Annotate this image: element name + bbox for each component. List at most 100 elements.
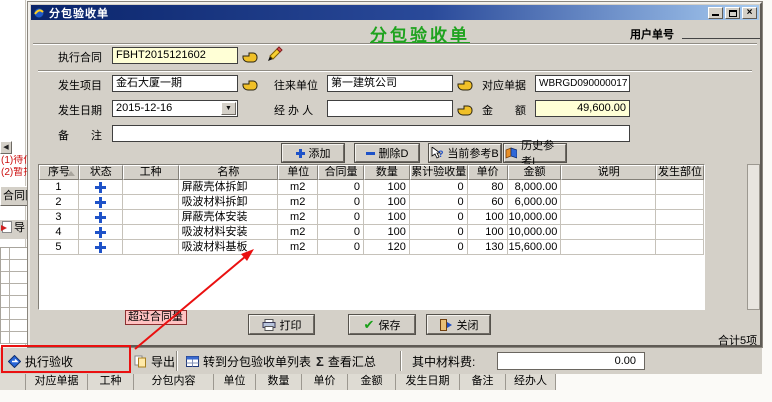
handler-input[interactable]	[327, 100, 453, 117]
col-remark[interactable]: 备注	[460, 374, 506, 390]
contract-lookup-button[interactable]	[242, 48, 260, 64]
col-contract-qty[interactable]: 合同量	[318, 165, 364, 180]
grid-header: 序号 状态 工种 名称 单位 合同量 数量 累计验收量 单价 金额 说明 发生部…	[39, 165, 704, 180]
col-name[interactable]: 名称	[179, 165, 279, 180]
minus-icon	[366, 152, 375, 155]
ref-doc-label: 对应单据	[482, 79, 526, 93]
col-amount[interactable]: 金额	[348, 374, 396, 390]
col-unit[interactable]: 单位	[278, 165, 318, 180]
separator	[33, 43, 757, 45]
maximize-button[interactable]	[725, 7, 740, 19]
list-grid-icon	[186, 355, 199, 368]
user-no-line	[682, 38, 760, 39]
col-unit[interactable]: 单位	[214, 374, 256, 390]
grid-scrollbar[interactable]	[747, 164, 760, 310]
delete-button[interactable]: 删除D	[355, 144, 419, 162]
check-icon: ✔	[364, 317, 375, 333]
project-lookup-button[interactable]	[242, 76, 260, 92]
minimize-icon	[712, 14, 719, 16]
col-craft[interactable]: 工种	[88, 374, 134, 390]
remark-label: 备 注	[58, 129, 102, 143]
hand-icon	[242, 48, 260, 63]
execute-acceptance-button[interactable]: 执行验收	[8, 352, 73, 371]
status-plus-icon	[95, 197, 106, 208]
col-note[interactable]: 说明	[561, 165, 656, 180]
page: ◀ (1)待付 (2)暂押 合同附 导 分包验收单 × 分包验收单 用户单号 执…	[0, 0, 772, 402]
hand-icon	[242, 76, 260, 91]
toolbar-separator	[400, 351, 402, 371]
col-status[interactable]: 状态	[79, 165, 123, 180]
project-input[interactable]: 金石大厦一期	[112, 75, 238, 92]
app-icon	[33, 7, 45, 19]
contract-label: 执行合同	[58, 51, 102, 65]
status-plus-icon	[95, 242, 106, 253]
handler-label: 经 办 人	[274, 104, 313, 118]
user-no-label: 用户单号	[630, 26, 674, 42]
date-label: 发生日期	[58, 104, 102, 118]
close-icon: ×	[743, 7, 756, 18]
background-mini-grid	[0, 247, 29, 344]
sort-asc-icon	[67, 171, 75, 176]
col-date[interactable]: 发生日期	[396, 374, 460, 390]
dialog-title: 分包验收单	[49, 5, 109, 21]
over-contract-warning: 超过合同量	[125, 310, 187, 325]
save-button[interactable]: ✔ 保存	[349, 315, 415, 334]
add-button[interactable]: 添加	[282, 144, 344, 162]
ref-doc-input[interactable]: WBRGD090000017	[535, 75, 630, 92]
contract-input[interactable]: FBHT2015121602	[112, 47, 238, 64]
table-row[interactable]: 1 屏蔽壳体拆卸 m2 0 100 0 80 8,000.00	[39, 180, 704, 195]
minimize-button[interactable]	[708, 7, 723, 19]
col-qty[interactable]: 数量	[256, 374, 302, 390]
current-reference-button[interactable]: ? 当前参考B	[429, 144, 501, 162]
status-plus-icon	[95, 182, 106, 193]
close-button[interactable]: ×	[742, 7, 757, 19]
export-button[interactable]: 导出	[134, 352, 175, 371]
door-exit-icon	[439, 319, 453, 331]
counterparty-input[interactable]: 第一建筑公司	[327, 75, 453, 92]
table-row[interactable]: 3 屏蔽壳体安装 m2 0 100 0 100 10,000.00	[39, 210, 704, 225]
material-fee-input[interactable]: 0.00	[497, 352, 645, 370]
table-row[interactable]: 4 吸波材料安装 m2 0 100 0 100 10,000.00	[39, 225, 704, 240]
printer-icon	[262, 319, 276, 331]
material-fee-label: 其中材料费:	[412, 352, 475, 371]
date-combo[interactable]: 2015-12-16 ▼	[112, 100, 238, 117]
col-seq[interactable]: 序号	[39, 165, 79, 180]
items-grid: 序号 状态 工种 名称 单位 合同量 数量 累计验收量 单价 金额 说明 发生部…	[38, 164, 705, 310]
print-button[interactable]: 打印	[249, 315, 314, 334]
amount-label: 金 额	[482, 104, 526, 118]
hand-icon	[457, 76, 475, 91]
col-ref-doc[interactable]: 对应单据	[26, 374, 88, 390]
handler-lookup-button[interactable]	[457, 101, 475, 117]
svg-text:?: ?	[438, 149, 443, 159]
scroll-left-button[interactable]: ◀	[0, 141, 12, 154]
hand-icon	[457, 101, 475, 116]
chevron-down-icon[interactable]: ▼	[221, 102, 236, 115]
project-label: 发生项目	[58, 79, 102, 93]
status-plus-icon	[95, 227, 106, 238]
table-row[interactable]: 2 吸波材料拆卸 m2 0 100 0 60 6,000.00	[39, 195, 704, 210]
table-row[interactable]: 5 吸波材料基板 m2 0 120 0 130 15,600.00	[39, 240, 704, 255]
view-summary-button[interactable]: Σ 查看汇总	[316, 352, 376, 371]
amount-input[interactable]: 49,600.00	[535, 100, 630, 117]
col-qty[interactable]: 数量	[364, 165, 410, 180]
goto-acceptance-list-button[interactable]: 转到分包验收单列表	[186, 352, 311, 371]
col-accepted-qty[interactable]: 累计验收量	[410, 165, 468, 180]
contract-edit-button[interactable]	[266, 46, 284, 62]
maximize-icon	[729, 10, 737, 17]
col-location[interactable]: 发生部位	[656, 165, 704, 180]
col-price[interactable]: 单价	[468, 165, 508, 180]
dialog-titlebar[interactable]: 分包验收单 ×	[31, 5, 759, 20]
col-subcontract-content[interactable]: 分包内容	[134, 374, 214, 390]
bottom-empty-area	[0, 390, 772, 402]
sigma-icon: Σ	[316, 355, 324, 368]
close-form-button[interactable]: 关闭	[427, 315, 490, 334]
col-price[interactable]: 单价	[302, 374, 348, 390]
col-amount[interactable]: 金额	[508, 165, 562, 180]
subcontract-acceptance-dialog: 分包验收单 × 分包验收单 用户单号 执行合同 FBHT2015121602 发…	[28, 2, 762, 347]
history-reference-button[interactable]: 历史参考I	[504, 144, 566, 162]
col-handler[interactable]: 经办人	[506, 374, 556, 390]
col-craft[interactable]: 工种	[123, 165, 179, 180]
export-pages-icon	[134, 355, 147, 368]
page-arrow-icon	[2, 221, 12, 233]
counterparty-lookup-button[interactable]	[457, 76, 475, 92]
